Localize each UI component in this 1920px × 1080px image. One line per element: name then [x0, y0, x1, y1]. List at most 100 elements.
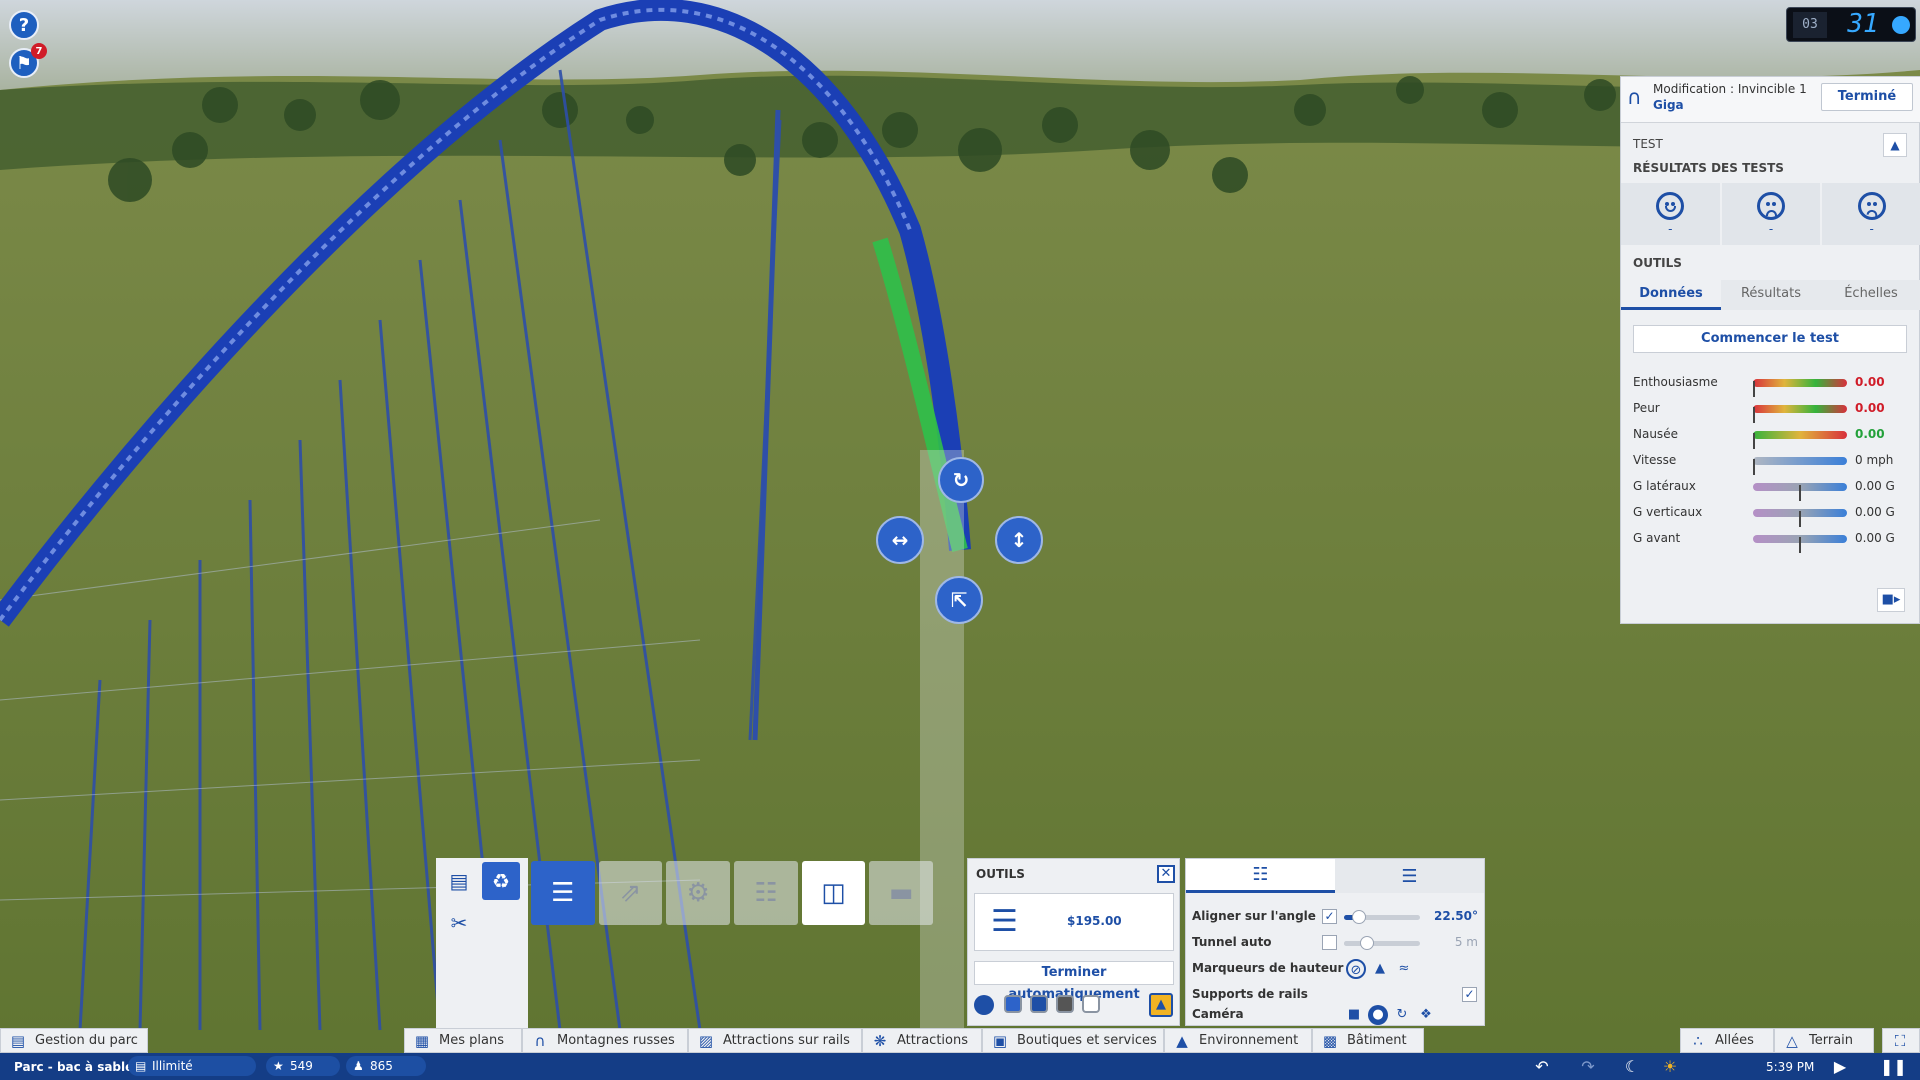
camera-icon[interactable]: ■▸ [1877, 588, 1905, 612]
nav-label: Montagnes russes [557, 1033, 675, 1048]
bulldozer-icon[interactable]: ▲ [1149, 993, 1173, 1017]
coaster-icon: ∩ [534, 1032, 546, 1050]
tab-scales[interactable]: Échelles [1821, 280, 1920, 310]
nav-coasters[interactable]: ∩ Montagnes russes [522, 1028, 688, 1053]
free-camera-icon[interactable]: ❖ [1416, 1005, 1436, 1025]
clipboard-icon[interactable]: ☷ [1186, 859, 1335, 893]
option-track-supports: Supports de rails ✓ [1192, 985, 1478, 1005]
pause-icon[interactable]: ❚❚ [1880, 1057, 1907, 1077]
clock-month: 03 [1793, 12, 1827, 38]
start-test-button[interactable]: Commencer le test [1633, 325, 1907, 353]
extend-track-handle-icon[interactable]: ⇱ [935, 576, 983, 624]
rating-display[interactable]: ★ 549 [266, 1056, 340, 1076]
guests-display[interactable]: ♟ 865 [346, 1056, 426, 1076]
nav-park-management[interactable]: ▤ Gestion du parc [0, 1028, 148, 1053]
terrain-markers-icon[interactable]: ▲ [1370, 959, 1390, 979]
nav-label: Attractions [897, 1033, 968, 1048]
happy-face-icon [1656, 192, 1685, 220]
nav-terrain[interactable]: △ Terrain [1774, 1028, 1874, 1053]
face-cell-happy: - [1621, 183, 1722, 245]
stat-label: Enthousiasme [1633, 375, 1718, 389]
track-piece-booster-icon[interactable]: ⚙ [666, 861, 731, 925]
play-icon[interactable]: ▶ [1830, 1057, 1850, 1077]
auto-tunnel-slider[interactable] [1344, 936, 1420, 950]
nav-track-rides[interactable]: ▨ Attractions sur rails [688, 1028, 862, 1053]
stat-excitement: Enthousiasme 0.00 [1633, 373, 1913, 397]
tree-icon: ▲ [1176, 1032, 1188, 1050]
sun-icon[interactable]: ☀ [1660, 1057, 1680, 1077]
track-piece-straight-icon[interactable]: ☰ [531, 861, 595, 925]
palette-icon[interactable] [974, 995, 994, 1015]
fullscreen-icon: ⛶ [1894, 1032, 1906, 1050]
track-piece-lift-icon[interactable]: ⇗ [598, 861, 663, 925]
rotate-handle-icon[interactable]: ↻ [938, 457, 984, 503]
ride-subtitle: Giga [1653, 98, 1684, 112]
track-piece-brakes-remove-icon[interactable]: ◫ [801, 861, 866, 925]
video-camera-icon[interactable]: ■ [1344, 1005, 1364, 1025]
rating-value: 549 [290, 1059, 313, 1073]
auto-complete-button[interactable]: Terminer automatiquement [974, 961, 1174, 1002]
redo-icon[interactable]: ↷ [1578, 1057, 1598, 1077]
stat-value: 0 mph [1855, 453, 1894, 467]
supports-checkbox[interactable]: ✓ [1462, 987, 1477, 1002]
nav-environment[interactable]: ▲ Environnement [1164, 1028, 1312, 1053]
stat-label: G avant [1633, 531, 1681, 545]
clipboard-icon: ▤ [10, 1032, 26, 1050]
nav-shops[interactable]: ▣ Boutiques et services [982, 1028, 1164, 1053]
fullscreen-button[interactable]: ⛶ [1882, 1028, 1920, 1053]
stat-value: 0.00 [1855, 375, 1885, 389]
clock-day: 31 [1847, 9, 1879, 39]
option-label: Marqueurs de hauteur [1192, 961, 1344, 975]
nav-label: Mes plans [439, 1033, 504, 1048]
stat-bar [1753, 535, 1847, 553]
color-swatch-1[interactable] [1004, 995, 1022, 1013]
color-swatch-2[interactable] [1030, 995, 1048, 1013]
snap-angle-checkbox[interactable]: ✓ [1322, 909, 1337, 924]
auto-tunnel-checkbox[interactable] [1322, 935, 1337, 950]
stat-bar [1753, 431, 1847, 449]
undo-icon[interactable]: ↶ [1532, 1057, 1552, 1077]
status-bar: Parc - bac à sable ▤ Illimité ★ 549 ♟ 86… [0, 1053, 1920, 1080]
face-cell-sick: - [1822, 183, 1920, 245]
snap-angle-slider[interactable] [1344, 910, 1420, 924]
nav-my-plans[interactable]: ▦ Mes plans [404, 1028, 522, 1053]
close-icon[interactable]: ✕ [1157, 865, 1175, 883]
nav-attractions[interactable]: ❋ Attractions [862, 1028, 982, 1053]
track-piece-trim-remove-icon[interactable]: ▬ [869, 861, 934, 925]
mountain-icon: △ [1786, 1032, 1798, 1050]
track-cost: $195.00 [1067, 914, 1122, 928]
scissors-icon[interactable]: ✂ [440, 904, 478, 942]
tab-data[interactable]: Données [1621, 280, 1721, 310]
track-piece-supports-remove-icon[interactable]: ☷ [734, 861, 798, 925]
nav-paths[interactable]: ∴ Allées [1680, 1028, 1774, 1053]
tools-section-label: OUTILS [1633, 256, 1682, 270]
track-piece-icon: ☰ [991, 904, 1018, 939]
done-button[interactable]: Terminé [1821, 83, 1913, 111]
nav-label: Environnement [1199, 1033, 1299, 1048]
tab-results[interactable]: Résultats [1721, 280, 1821, 310]
stat-label: G verticaux [1633, 505, 1703, 519]
money-icon: ▤ [135, 1059, 147, 1073]
money-display[interactable]: ▤ Illimité [128, 1056, 256, 1076]
no-markers-icon[interactable]: ⊘ [1346, 959, 1366, 979]
track-build-icon[interactable]: ♻ [482, 862, 520, 900]
stat-bar [1753, 509, 1847, 527]
move-horizontal-handle-icon[interactable]: ↔ [876, 516, 924, 564]
water-markers-icon[interactable]: ≈ [1394, 959, 1414, 979]
stat-label: Nausée [1633, 427, 1678, 441]
nav-building[interactable]: ▩ Bâtiment [1312, 1028, 1424, 1053]
move-vertical-handle-icon[interactable]: ↕ [995, 516, 1043, 564]
day-night-icon[interactable]: ☾ [1622, 1057, 1642, 1077]
color-swatch-3[interactable] [1056, 995, 1074, 1013]
guests-value: 865 [370, 1059, 393, 1073]
track-piece-toolbar: ☰ ⇗ ⚙ ☷ ◫ ▬ [528, 858, 936, 928]
help-icon[interactable]: ? [9, 10, 39, 40]
list-icon[interactable]: ☰ [1335, 859, 1484, 893]
collapse-icon[interactable]: ▲ [1883, 133, 1907, 157]
color-swatch-4[interactable] [1082, 995, 1100, 1013]
stat-bar [1753, 405, 1847, 423]
orbit-camera-icon[interactable]: ↻ [1392, 1005, 1412, 1025]
stat-bar [1753, 483, 1847, 501]
station-icon[interactable]: ▤ [440, 862, 478, 900]
follow-camera-icon[interactable]: ● [1368, 1005, 1388, 1025]
